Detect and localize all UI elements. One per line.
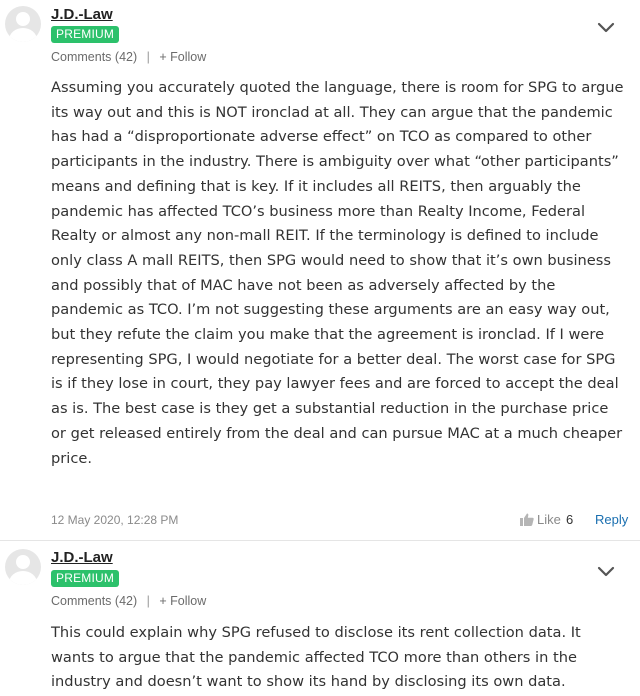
author-meta: Comments (42) | + Follow	[51, 594, 206, 608]
meta-separator: |	[146, 50, 150, 64]
avatar[interactable]	[5, 549, 41, 585]
author-name[interactable]: J.D.-Law	[51, 549, 113, 566]
chevron-down-icon[interactable]	[597, 22, 615, 34]
premium-badge: PREMIUM	[51, 26, 120, 43]
like-label: Like	[537, 512, 561, 527]
reply-button[interactable]: Reply	[595, 512, 628, 527]
author-meta: Comments (42) | + Follow	[51, 50, 206, 64]
comment-item: J.D.-Law PREMIUM Comments (42) | + Follo…	[0, 0, 640, 541]
comments-count[interactable]: (42)	[115, 50, 137, 64]
premium-badge: PREMIUM	[51, 570, 120, 587]
thumbs-up-icon	[520, 513, 534, 526]
comments-label[interactable]: Comments	[51, 50, 111, 64]
chevron-down-icon[interactable]	[597, 566, 615, 578]
avatar[interactable]	[5, 6, 41, 42]
comment-text: This could explain why SPG refused to di…	[51, 624, 581, 691]
like-count: 6	[566, 512, 574, 527]
comments-count[interactable]: (42)	[115, 594, 137, 608]
author-name[interactable]: J.D.-Law	[51, 6, 113, 23]
like-button[interactable]: Like	[520, 512, 561, 527]
comment-timestamp: 12 May 2020, 12:28 PM	[51, 513, 179, 527]
follow-button[interactable]: + Follow	[159, 50, 206, 64]
follow-button[interactable]: + Follow	[159, 594, 206, 608]
meta-separator: |	[146, 594, 150, 608]
comments-label[interactable]: Comments	[51, 594, 111, 608]
comment-item: J.D.-Law PREMIUM Comments (42) | + Follo…	[0, 541, 640, 696]
comment-text: Assuming you accurately quoted the langu…	[51, 79, 624, 467]
